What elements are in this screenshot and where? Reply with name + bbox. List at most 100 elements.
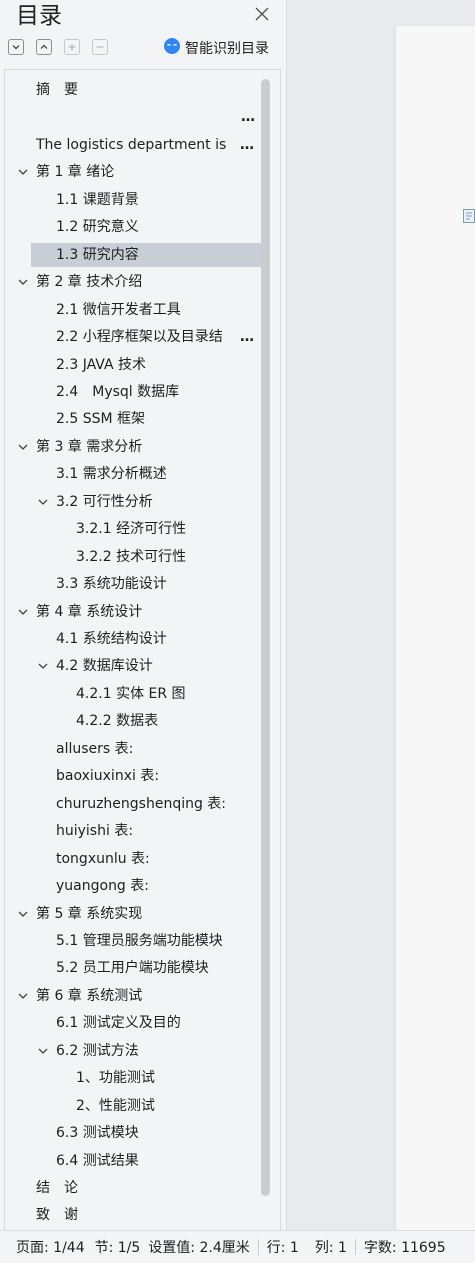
- add-heading-icon[interactable]: [64, 39, 80, 55]
- toc-heading-row[interactable]: 第 5 章 系统实现: [5, 902, 261, 926]
- toc-item[interactable]: 2.3 JAVA 技术: [5, 353, 261, 377]
- toc-item-label: 2.3 JAVA 技术: [56, 356, 146, 373]
- toc-item[interactable]: baoxiuxinxi 表:: [5, 764, 261, 788]
- toc-heading-row[interactable]: 第 6 章 系统测试: [5, 984, 261, 1008]
- toc-scrollbar[interactable]: [261, 79, 270, 1196]
- smart-recognize-toc-button[interactable]: 智能识别目录: [163, 37, 269, 59]
- toc-item[interactable]: 6.4 测试结果: [5, 1149, 261, 1173]
- toc-item-label: 第 6 章 系统测试: [36, 987, 143, 1004]
- toc-heading-row[interactable]: 第 4 章 系统设计: [5, 600, 261, 624]
- toc-item-label: 4.2.1 实体 ER 图: [76, 685, 186, 702]
- toc-item-label: 2.2 小程序框架以及目录结: [56, 329, 223, 346]
- toc-item-label: 2.1 微信开发者工具: [56, 301, 181, 318]
- document-page[interactable]: [396, 26, 475, 1231]
- chevron-down-icon[interactable]: [16, 605, 30, 619]
- expand-all-icon[interactable]: [36, 39, 52, 55]
- toc-item-label: 致 谢: [36, 1207, 78, 1224]
- status-word-count[interactable]: 字数: 11695: [356, 1231, 454, 1263]
- toc-item-label: 3.2 可行性分析: [56, 493, 153, 510]
- toc-item[interactable]: 2.5 SSM 框架: [5, 407, 261, 431]
- toc-item[interactable]: 3.1 需求分析概述: [5, 462, 261, 486]
- toc-item-label: …: [241, 109, 255, 126]
- toc-item[interactable]: 2.2 小程序框架以及目录结 …: [5, 325, 261, 349]
- toc-item-label: The logistics department is: [36, 136, 227, 153]
- toc-item[interactable]: …: [5, 105, 261, 129]
- toc-item-label: 6.1 测试定义及目的: [56, 1015, 181, 1032]
- toc-heading-row[interactable]: 6.2 测试方法: [5, 1039, 261, 1063]
- chevron-down-icon[interactable]: [36, 659, 50, 673]
- status-column: 列: 1: [314, 1240, 347, 1256]
- toc-item[interactable]: 3.2.2 技术可行性: [5, 545, 261, 569]
- toc-item-label: 4.2 数据库设计: [56, 658, 153, 675]
- chevron-down-icon[interactable]: [16, 907, 30, 921]
- more-ellipsis-icon: …: [240, 329, 255, 346]
- toc-item[interactable]: 5.1 管理员服务端功能模块: [5, 929, 261, 953]
- toc-heading-row[interactable]: 4.2 数据库设计: [5, 654, 261, 678]
- toc-heading-row[interactable]: 第 1 章 绪论: [5, 160, 261, 184]
- toc-item[interactable]: 3.2.1 经济可行性: [5, 517, 261, 541]
- panel-title: 目录: [16, 3, 62, 29]
- smart-recognize-label: 智能识别目录: [185, 41, 269, 57]
- toc-item-label: 第 3 章 需求分析: [36, 438, 143, 455]
- toc-item-label: 1、功能测试: [76, 1070, 155, 1087]
- more-ellipsis-icon: …: [240, 136, 255, 153]
- status-page[interactable]: 页面: 1/44: [0, 1231, 93, 1263]
- toc-item-label: huiyishi 表:: [56, 823, 134, 840]
- toc-item[interactable]: 4.2.1 实体 ER 图: [5, 682, 261, 706]
- toc-item[interactable]: 2.1 微信开发者工具: [5, 298, 261, 322]
- chevron-down-icon[interactable]: [36, 495, 50, 509]
- toc-item[interactable]: 1、功能测试: [5, 1066, 261, 1090]
- toc-item[interactable]: 4.2.2 数据表: [5, 709, 261, 733]
- toc-item[interactable]: 结 论: [5, 1176, 261, 1200]
- toc-item[interactable]: 5.2 员工用户端功能模块: [5, 956, 261, 980]
- toc-item-label: 第 2 章 技术介绍: [36, 274, 143, 291]
- chevron-down-icon[interactable]: [16, 165, 30, 179]
- toc-item[interactable]: yuangong 表:: [5, 874, 261, 898]
- toc-item-label: 3.2.2 技术可行性: [76, 548, 187, 565]
- toc-item[interactable]: 摘 要: [5, 78, 261, 102]
- toc-item[interactable]: 4.1 系统结构设计: [5, 627, 261, 651]
- toc-item-label: 3.1 需求分析概述: [56, 466, 167, 483]
- paragraph-marker-icon[interactable]: [463, 208, 475, 223]
- toc-item[interactable]: 6.1 测试定义及目的: [5, 1011, 261, 1035]
- toc-heading-row[interactable]: 第 2 章 技术介绍: [5, 270, 261, 294]
- close-icon[interactable]: [251, 3, 273, 25]
- toc-tree: 摘 要 … The logistics department is … 第 1 章 绪论…: [4, 69, 281, 1231]
- toc-item[interactable]: allusers 表:: [5, 737, 261, 761]
- toc-item[interactable]: 致 谢: [5, 1203, 261, 1227]
- toc-item[interactable]: 1.2 研究意义: [5, 215, 261, 239]
- toc-item[interactable]: 1.1 课题背景: [5, 188, 261, 212]
- toc-heading-row[interactable]: 3.2 可行性分析: [5, 490, 261, 514]
- toc-item-label: 3.3 系统功能设计: [56, 576, 167, 593]
- toc-item[interactable]: churuzhengshenqing 表:: [5, 792, 261, 816]
- toc-item-label: 4.1 系统结构设计: [56, 631, 167, 647]
- chevron-down-icon[interactable]: [16, 989, 30, 1003]
- toc-item-label: 2.5 SSM 框架: [56, 411, 146, 428]
- collapse-all-icon[interactable]: [8, 39, 24, 55]
- status-section: 节: 1/5: [94, 1240, 141, 1256]
- ai-face-icon: [163, 37, 181, 59]
- toc-item[interactable]: 1.3 研究内容: [31, 242, 261, 267]
- toc-item-label: 4.2.2 数据表: [76, 713, 159, 730]
- toc-item[interactable]: huiyishi 表:: [5, 819, 261, 843]
- toc-item-label: 摘 要: [36, 82, 78, 98]
- chevron-down-icon[interactable]: [36, 1044, 50, 1058]
- toc-item[interactable]: 3.3 系统功能设计: [5, 572, 261, 596]
- chevron-down-icon[interactable]: [16, 440, 30, 454]
- toc-item-label: 1.3 研究内容: [56, 246, 139, 263]
- toc-item-label: 第 5 章 系统实现: [36, 905, 143, 922]
- toc-toolbar: [8, 37, 108, 59]
- toc-item[interactable]: The logistics department is …: [5, 133, 261, 157]
- toc-item-label: 第 4 章 系统设计: [36, 603, 143, 620]
- remove-heading-icon[interactable]: [92, 39, 108, 55]
- toc-item[interactable]: tongxunlu 表:: [5, 847, 261, 871]
- toc-item-label: 结 论: [36, 1180, 78, 1196]
- toc-item-label: tongxunlu 表:: [56, 850, 150, 867]
- status-setting-value: 设置值: 2.4厘米: [148, 1240, 250, 1256]
- toc-item[interactable]: 6.3 测试模块: [5, 1121, 261, 1145]
- toc-item-label: 2、性能测试: [76, 1097, 155, 1114]
- chevron-down-icon[interactable]: [16, 275, 30, 289]
- toc-item[interactable]: 2、性能测试: [5, 1094, 261, 1118]
- toc-heading-row[interactable]: 第 3 章 需求分析: [5, 435, 261, 459]
- toc-item[interactable]: 2.4 Mysql 数据库: [5, 380, 261, 404]
